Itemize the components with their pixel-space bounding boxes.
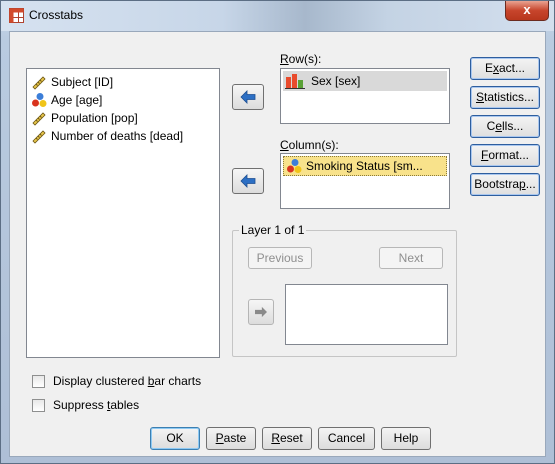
variable-label: Subject [ID] <box>51 75 114 89</box>
arrow-right-icon <box>255 306 267 318</box>
layer-group: Layer 1 of 1 Previous Next <box>232 223 457 357</box>
checkbox-box[interactable] <box>32 398 45 412</box>
checkbox-box[interactable] <box>32 374 45 388</box>
arrow-left-icon <box>240 174 256 188</box>
columns-item-label: Smoking Status [sm... <box>306 159 423 173</box>
nominal-icon <box>32 93 47 107</box>
rows-label: Row(s): <box>280 52 322 66</box>
bootstrap-button[interactable]: Bootstrap... <box>470 173 540 196</box>
ruler-icon <box>32 112 46 126</box>
crosstabs-dialog: Crosstabs x Subject [ID] Age [age] Popul… <box>0 0 555 464</box>
ok-button[interactable]: OK <box>150 427 200 450</box>
rows-item-sex[interactable]: Sex [sex] <box>283 71 447 91</box>
variable-item-deaths[interactable]: Number of deaths [dead] <box>27 127 219 145</box>
columns-label: Column(s): <box>280 138 339 152</box>
layer-list[interactable] <box>285 284 448 345</box>
clustered-bar-charts-checkbox[interactable]: Display clustered bar charts <box>32 374 201 388</box>
ruler-icon <box>32 130 46 144</box>
layer-title: Layer 1 of 1 <box>239 223 307 237</box>
close-icon: x <box>523 2 531 17</box>
variable-label: Age [age] <box>51 93 103 107</box>
close-button[interactable]: x <box>505 1 549 21</box>
title-bar[interactable]: Crosstabs x <box>1 1 554 31</box>
format-button[interactable]: Format... <box>470 144 540 167</box>
variable-item-subject[interactable]: Subject [ID] <box>27 73 219 91</box>
dialog-body: Subject [ID] Age [age] Population [pop] <box>9 31 546 457</box>
help-button[interactable]: Help <box>381 427 431 450</box>
variable-label: Number of deaths [dead] <box>51 129 184 143</box>
arrow-left-icon <box>240 90 256 104</box>
checkbox-label: Suppress tables <box>53 398 140 412</box>
move-to-layer-button[interactable] <box>248 299 274 325</box>
statistics-button[interactable]: Statistics... <box>470 86 540 109</box>
columns-item-smoking-status[interactable]: Smoking Status [sm... <box>283 156 447 176</box>
checkbox-label: Display clustered bar charts <box>53 374 202 388</box>
rows-list[interactable]: Sex [sex] <box>280 68 450 124</box>
reset-button[interactable]: Reset <box>262 427 312 450</box>
variable-label: Population [pop] <box>51 111 138 125</box>
window-title: Crosstabs <box>29 8 84 22</box>
paste-button[interactable]: Paste <box>206 427 256 450</box>
suppress-tables-checkbox[interactable]: Suppress tables <box>32 398 139 412</box>
nominal-icon <box>287 159 302 173</box>
cells-button[interactable]: Cells... <box>470 115 540 138</box>
variable-list[interactable]: Subject [ID] Age [age] Population [pop] <box>26 68 220 358</box>
exact-button[interactable]: Exact... <box>470 57 540 80</box>
ruler-icon <box>32 76 46 90</box>
move-to-rows-button[interactable] <box>232 84 264 110</box>
variable-item-age[interactable]: Age [age] <box>27 91 219 109</box>
move-to-columns-button[interactable] <box>232 168 264 194</box>
next-button[interactable]: Next <box>379 247 443 269</box>
crosstabs-table-icon <box>9 8 24 23</box>
previous-button[interactable]: Previous <box>248 247 312 269</box>
cancel-button[interactable]: Cancel <box>318 427 375 450</box>
bar-chart-icon <box>285 74 305 89</box>
rows-item-label: Sex [sex] <box>311 74 361 88</box>
variable-item-population[interactable]: Population [pop] <box>27 109 219 127</box>
columns-list[interactable]: Smoking Status [sm... <box>280 153 450 209</box>
